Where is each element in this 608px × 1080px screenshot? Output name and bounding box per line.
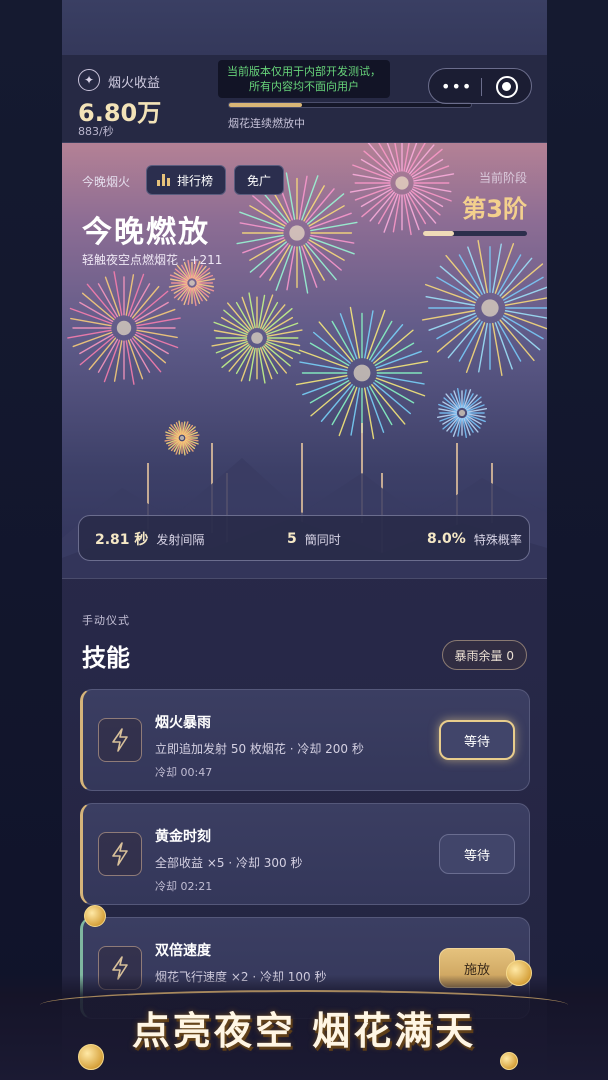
lightning-icon	[98, 832, 142, 876]
skill-wait-button[interactable]: 等待	[439, 834, 515, 874]
gold-coin-icon	[78, 1044, 104, 1070]
skill-card-golden-moment: 黄金时刻 全部收益 ×5 · 冷却 300 秒 冷却 02:21 等待	[80, 803, 530, 905]
leaderboard-label: 排行榜	[177, 173, 214, 188]
skill-title: 双倍速度	[155, 943, 211, 959]
dev-notice: 当前版本仅用于内部开发测试， 所有内容均不面向用户	[218, 60, 390, 98]
tier-progress-bar	[423, 231, 527, 236]
firework-burst	[349, 143, 455, 236]
lightning-icon	[98, 718, 142, 762]
notice-line-1: 当前版本仅用于内部开发测试，	[227, 65, 381, 78]
burn-progress-fill	[229, 103, 302, 107]
skill-cooldown: 冷却 02:21	[155, 880, 213, 893]
sparkle-icon: ✦	[78, 69, 100, 91]
leaderboard-button[interactable]: 排行榜	[146, 165, 227, 195]
stat-concurrent: 5 簡同时	[287, 516, 341, 562]
section-title: 技能	[82, 644, 130, 672]
gold-coin-icon	[506, 960, 532, 986]
ad-free-label: 免广	[247, 173, 272, 188]
fireworks-stage[interactable]: 今晚烟火 排行榜 免广 今晚燃放 轻触夜空点燃烟花 · +211 当前阶段 第3…	[62, 143, 547, 578]
capsule-divider	[481, 78, 482, 96]
stage-subtitle: 轻触夜空点燃烟花 · +211	[82, 253, 223, 267]
stat-interval: 2.81 秒 发射间隔	[95, 516, 204, 562]
more-icon[interactable]: •••	[441, 77, 472, 96]
rain-remaining-badge: 暴雨余量 0	[441, 640, 527, 670]
stat-label: 发射间隔	[156, 532, 205, 547]
skill-cooldown: 冷却 00:47	[155, 766, 213, 779]
skill-desc: 立即追加发射 50 枚烟花 · 冷却 200 秒	[155, 742, 364, 756]
stat-value: 5	[287, 531, 297, 547]
section-divider	[62, 578, 547, 579]
burn-progress-label: 烟花连续燃放中	[228, 117, 305, 130]
skill-wait-button[interactable]: 等待	[439, 720, 515, 760]
stage-title: 今晚燃放	[82, 215, 210, 250]
right-backdrop	[546, 0, 608, 1080]
firework-burst	[211, 292, 303, 384]
tier-value: 第3阶	[462, 195, 527, 223]
close-target-icon[interactable]	[496, 76, 518, 98]
stat-label: 特殊概率	[473, 532, 522, 547]
gold-coin-icon	[84, 905, 106, 927]
gold-coin-icon	[500, 1052, 518, 1070]
firework-burst	[421, 239, 547, 377]
stage-label: 今晚烟火	[82, 175, 131, 189]
skill-card-firework-rain: 烟火暴雨 立即追加发射 50 枚烟花 · 冷却 200 秒 冷却 00:47 等…	[80, 689, 530, 791]
skill-title: 烟火暴雨	[155, 715, 211, 731]
app-screen: ✦ 烟火收益 6.80万 883/秒 当前版本仅用于内部开发测试， 所有内容均不…	[62, 0, 547, 1080]
burn-progress-bar	[228, 102, 472, 108]
skill-title: 黄金时刻	[155, 829, 211, 845]
left-backdrop	[0, 0, 62, 1080]
miniprogram-capsule: •••	[428, 68, 532, 104]
notice-line-2: 所有内容均不面向用户	[249, 80, 359, 93]
stat-label: 簡同时	[304, 532, 341, 547]
top-header: ✦ 烟火收益 6.80万 883/秒 当前版本仅用于内部开发测试， 所有内容均不…	[62, 55, 547, 143]
earnings-label: 烟火收益	[108, 76, 161, 91]
stats-bar: 2.81 秒 发射间隔 5 簡同时 8.0% 特殊概率	[78, 515, 530, 561]
ad-free-button[interactable]: 免广	[234, 165, 285, 195]
section-tag: 手动仪式	[82, 614, 130, 627]
stat-special: 8.0% 特殊概率	[427, 516, 522, 562]
stat-value: 8.0%	[427, 531, 466, 547]
tier-progress-fill	[423, 231, 455, 236]
firework-burst	[67, 271, 181, 385]
skill-desc: 全部收益 ×5 · 冷却 300 秒	[155, 856, 303, 870]
stat-value: 2.81 秒	[95, 532, 149, 548]
tier-label: 当前阶段	[478, 171, 527, 185]
leaderboard-icon	[157, 174, 171, 186]
earnings-rate: 883/秒	[78, 125, 114, 138]
